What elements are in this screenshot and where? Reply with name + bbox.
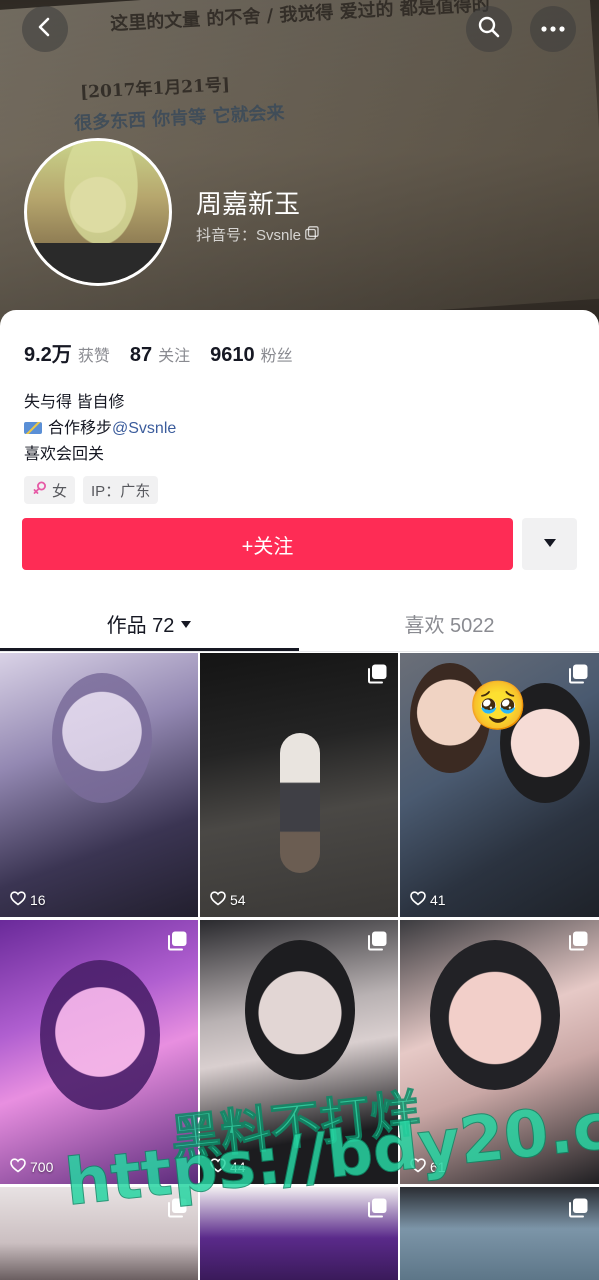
tab-works-label: 作品 72 xyxy=(106,614,175,637)
multi-image-icon xyxy=(567,1197,589,1224)
profile-cover: 这里的文量 的不舍 / 我觉得 爱过的 都是值得的 [2017年1月21号] 很… xyxy=(0,0,599,340)
caret-down-icon xyxy=(180,612,192,635)
stat-followers[interactable]: 9610 粉丝 xyxy=(210,342,293,367)
tab-divider xyxy=(0,651,599,652)
content-tabs: 作品 72 喜欢 5022 xyxy=(0,596,599,652)
more-button[interactable] xyxy=(530,6,576,52)
search-icon xyxy=(477,15,501,44)
copy-icon[interactable] xyxy=(305,225,319,244)
multi-image-icon xyxy=(567,663,589,690)
like-count-text: 41 xyxy=(430,892,446,908)
stat-likes-received[interactable]: 9.2万 获赞 xyxy=(24,338,110,367)
heart-icon xyxy=(210,891,226,909)
profile-bio: 失与得 皆自修 合作移步@Svsnle 喜欢会回关 xyxy=(24,390,176,468)
video-thumbnail[interactable]: 54 xyxy=(200,653,398,917)
stat-label: 获赞 xyxy=(77,348,110,365)
multi-image-icon xyxy=(366,663,388,690)
bio-mention-link[interactable]: @Svsnle xyxy=(112,420,176,437)
gender-tag: 女 xyxy=(24,476,76,504)
tab-likes-label: 喜欢 5022 xyxy=(404,614,495,637)
like-count: 16 xyxy=(10,891,46,909)
stat-label: 粉丝 xyxy=(260,348,293,365)
search-button[interactable] xyxy=(466,6,512,52)
bio-line: 合作移步@Svsnle xyxy=(24,416,176,442)
multi-image-icon xyxy=(166,930,188,957)
back-button[interactable] xyxy=(22,6,68,52)
stat-label: 关注 xyxy=(158,348,191,365)
stat-value: 9.2万 xyxy=(24,344,72,366)
ip-text: IP：广东 xyxy=(91,482,151,500)
heart-icon xyxy=(10,1158,26,1176)
multi-image-icon xyxy=(567,930,589,957)
multi-image-icon xyxy=(366,1197,388,1224)
video-thumbnail[interactable]: 🥹 41 xyxy=(400,653,599,917)
gender-text: 女 xyxy=(52,482,68,500)
video-thumbnail[interactable] xyxy=(400,1187,599,1280)
caret-down-icon xyxy=(543,535,557,553)
bio-line: 喜欢会回关 xyxy=(24,446,105,463)
chevron-left-icon xyxy=(34,16,56,43)
profile-douyin-id[interactable]: 抖音号：Svsnle xyxy=(196,224,319,245)
like-count-text: 16 xyxy=(30,892,46,908)
like-count-text: 700 xyxy=(30,1159,54,1175)
female-icon xyxy=(32,480,48,500)
more-horizontal-icon xyxy=(541,20,565,38)
like-count: 41 xyxy=(410,891,446,909)
bio-text: 合作移步 xyxy=(48,420,113,437)
bio-line: 失与得 皆自修 xyxy=(24,394,125,411)
tab-works[interactable]: 作品 72 xyxy=(0,596,299,650)
video-thumbnail[interactable]: 16 xyxy=(0,653,198,917)
follow-button[interactable]: +关注 xyxy=(22,518,513,570)
thumbnail-figure xyxy=(430,940,560,1090)
like-count: 54 xyxy=(210,891,246,909)
stat-value: 9610 xyxy=(210,344,255,366)
thumbnail-figure xyxy=(245,940,355,1080)
thumbnail-figure xyxy=(280,733,320,873)
douyin-id-text: 抖音号：Svsnle xyxy=(196,227,302,244)
thumbnail-figure xyxy=(40,960,160,1110)
stat-value: 87 xyxy=(129,344,153,366)
emoji-sticker: 🥹 xyxy=(468,678,528,734)
like-count: 700 xyxy=(10,1158,53,1176)
flag-icon xyxy=(24,422,42,434)
avatar[interactable] xyxy=(24,138,172,286)
tab-likes[interactable]: 喜欢 5022 xyxy=(300,596,599,650)
stat-following[interactable]: 87 关注 xyxy=(130,342,190,367)
thumbnail-figure xyxy=(52,673,152,803)
profile-tags: 女 IP：广东 xyxy=(24,476,159,504)
profile-stats: 9.2万 获赞 87 关注 9610 粉丝 xyxy=(24,338,293,367)
like-count-text: 54 xyxy=(230,892,246,908)
more-actions-dropdown[interactable] xyxy=(522,518,577,570)
profile-nickname: 周嘉新玉 xyxy=(196,190,301,220)
avatar-shirt xyxy=(27,243,169,283)
multi-image-icon xyxy=(366,930,388,957)
ip-location-tag: IP：广东 xyxy=(83,476,159,504)
heart-icon xyxy=(10,891,26,909)
heart-icon xyxy=(410,891,426,909)
